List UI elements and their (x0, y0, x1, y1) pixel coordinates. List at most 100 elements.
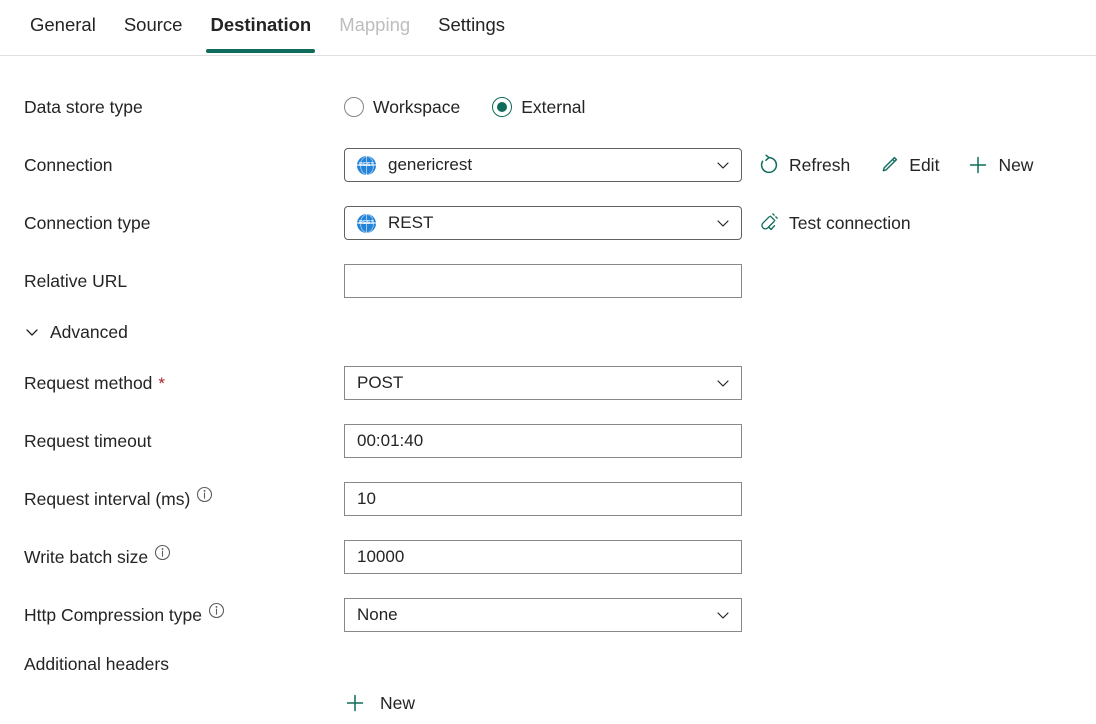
plus-icon (344, 692, 366, 714)
new-connection-label: New (998, 155, 1033, 176)
label-text: Request timeout (24, 430, 151, 452)
advanced-toggle[interactable]: Advanced (24, 322, 128, 343)
plug-check-icon (758, 212, 780, 234)
connection-type-control: REST REST (344, 206, 742, 240)
label-text: Http Compression type (24, 604, 202, 626)
row-http-compression-type: Http Compression type None (0, 586, 1096, 644)
label-connection-type: Connection type (24, 212, 344, 234)
chevron-down-icon (715, 607, 731, 623)
label-text: Relative URL (24, 270, 127, 292)
label-text: Data store type (24, 96, 143, 118)
rest-globe-label: REST (357, 162, 376, 168)
info-icon[interactable] (196, 486, 213, 503)
rest-globe-icon: REST (357, 214, 376, 233)
connection-actions: Refresh Edit New (758, 152, 1033, 178)
row-write-batch-size: Write batch size 10000 (0, 528, 1096, 586)
refresh-icon (758, 154, 780, 176)
radio-circle-icon (344, 97, 364, 117)
row-relative-url: Relative URL (0, 252, 1096, 310)
edit-button[interactable]: Edit (878, 152, 939, 178)
label-text: Request interval (ms) (24, 488, 190, 510)
connection-value: genericrest (388, 155, 707, 175)
request-timeout-control: 00:01:40 (344, 424, 742, 458)
connection-type-dropdown[interactable]: REST REST (344, 206, 742, 240)
additional-headers-actions: New (0, 690, 1096, 716)
http-compression-type-value: None (357, 605, 707, 625)
edit-label: Edit (909, 155, 939, 176)
tab-settings[interactable]: Settings (424, 0, 519, 52)
write-batch-size-control: 10000 (344, 540, 742, 574)
row-additional-headers: Additional headers (0, 644, 1096, 684)
row-request-timeout: Request timeout 00:01:40 (0, 412, 1096, 470)
chevron-down-icon (24, 324, 40, 340)
chevron-down-icon (715, 215, 731, 231)
row-advanced: Advanced (0, 310, 1096, 354)
tab-mapping: Mapping (325, 0, 424, 52)
row-request-interval: Request interval (ms) 10 (0, 470, 1096, 528)
rest-globe-label: REST (357, 220, 376, 226)
radio-external-label: External (521, 97, 585, 118)
new-header-button[interactable]: New (344, 690, 415, 716)
label-http-compression-type: Http Compression type (24, 604, 344, 626)
connection-control: REST genericrest (344, 148, 742, 182)
relative-url-control (344, 264, 742, 298)
label-connection: Connection (24, 154, 344, 176)
chevron-down-icon (715, 157, 731, 173)
connection-dropdown[interactable]: REST genericrest (344, 148, 742, 182)
new-connection-button[interactable]: New (967, 152, 1033, 178)
request-method-value: POST (357, 373, 707, 393)
connection-type-value: REST (388, 213, 707, 233)
refresh-label: Refresh (789, 155, 850, 176)
data-store-type-radio-group: Workspace External (344, 97, 585, 118)
http-compression-type-control: None (344, 598, 742, 632)
label-text: Additional headers (24, 653, 169, 675)
label-text: Connection type (24, 212, 150, 234)
refresh-button[interactable]: Refresh (758, 152, 850, 178)
http-compression-type-dropdown[interactable]: None (344, 598, 742, 632)
label-relative-url: Relative URL (24, 270, 344, 292)
advanced-label: Advanced (50, 322, 128, 343)
row-connection-type: Connection type REST REST (0, 194, 1096, 252)
label-request-timeout: Request timeout (24, 430, 344, 452)
label-additional-headers: Additional headers (24, 653, 344, 675)
label-data-store-type: Data store type (24, 96, 344, 118)
data-store-type-control: Workspace External (344, 97, 585, 118)
request-method-control: POST (344, 366, 742, 400)
radio-selected-icon (492, 97, 512, 117)
test-connection-label: Test connection (789, 213, 911, 234)
rest-globe-icon: REST (357, 156, 376, 175)
request-interval-control: 10 (344, 482, 742, 516)
label-text: Connection (24, 154, 113, 176)
pencil-icon (878, 154, 900, 176)
required-asterisk: * (158, 375, 165, 392)
tab-destination[interactable]: Destination (196, 0, 325, 52)
radio-external[interactable]: External (492, 97, 585, 118)
row-connection: Connection REST genericrest (0, 136, 1096, 194)
tab-source[interactable]: Source (110, 0, 197, 52)
label-request-interval: Request interval (ms) (24, 488, 344, 510)
label-write-batch-size: Write batch size (24, 546, 344, 568)
plus-icon (967, 154, 989, 176)
destination-form: Data store type Workspace External Conne… (0, 56, 1096, 716)
info-icon[interactable] (154, 544, 171, 561)
tab-strip: General Source Destination Mapping Setti… (0, 0, 1096, 56)
row-data-store-type: Data store type Workspace External (0, 78, 1096, 136)
relative-url-input[interactable] (344, 264, 742, 298)
label-text: Write batch size (24, 546, 148, 568)
chevron-down-icon (715, 375, 731, 391)
request-interval-value: 10 (357, 489, 731, 509)
radio-workspace[interactable]: Workspace (344, 97, 460, 118)
row-request-method: Request method * POST (0, 354, 1096, 412)
connection-type-actions: Test connection (758, 210, 911, 236)
write-batch-size-input[interactable]: 10000 (344, 540, 742, 574)
radio-workspace-label: Workspace (373, 97, 460, 118)
test-connection-button[interactable]: Test connection (758, 210, 911, 236)
request-timeout-input[interactable]: 00:01:40 (344, 424, 742, 458)
request-method-dropdown[interactable]: POST (344, 366, 742, 400)
write-batch-size-value: 10000 (357, 547, 731, 567)
label-request-method: Request method * (24, 372, 344, 394)
request-timeout-value: 00:01:40 (357, 431, 731, 451)
tab-general[interactable]: General (16, 0, 110, 52)
info-icon[interactable] (208, 602, 225, 619)
request-interval-input[interactable]: 10 (344, 482, 742, 516)
